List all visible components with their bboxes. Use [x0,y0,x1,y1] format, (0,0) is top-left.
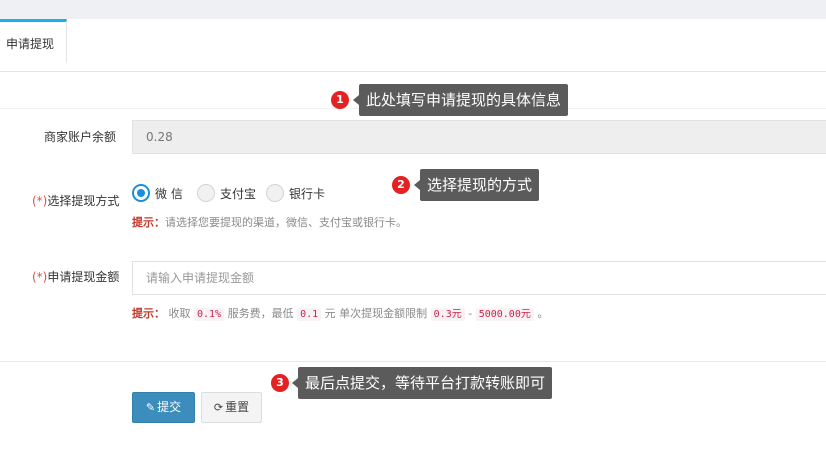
min-fee: 0.1 [297,308,322,321]
tab-apply-withdrawal[interactable]: 申请提现 [0,19,67,63]
annotation-callout-1: 此处填写申请提现的具体信息 [352,84,569,116]
refresh-icon: ⟳ [213,401,224,414]
hint-prefix: 提示： [132,216,165,229]
hint-dash: - [468,307,473,320]
amount-hint: 提示： 收取 0.1% 服务费，最低 0.1 元 单次提现金额限制 0.3元 -… [132,305,548,321]
radio-unselected-icon [266,184,284,202]
method-label-text: 选择提现方式 [47,194,120,208]
submit-button[interactable]: ✎ 提交 [132,392,195,423]
annotation-callout-3: 最后点提交，等待平台打款转账即可 [291,367,553,399]
balance-field: 0.28 [132,120,826,154]
hint-text: 请选择您要提现的渠道，微信、支付宝或银行卡。 [165,216,407,229]
required-mark: (*) [32,194,48,208]
radio-unselected-icon [197,184,215,202]
top-bar [0,0,826,19]
method-hint: 提示：请选择您要提现的渠道，微信、支付宝或银行卡。 [132,214,407,230]
method-label: (*)选择提现方式 [32,192,119,209]
tab-label: 申请提现 [6,37,55,51]
annotation-callout-2: 选择提现的方式 [413,169,540,201]
radio-wechat-label: 微 信 [155,187,183,201]
balance-value: 0.28 [146,130,173,144]
pencil-icon: ✎ [145,401,156,414]
hint-text: 服务费，最低 [227,307,294,320]
amount-label: (*)申请提现金额 [32,268,119,285]
fee-rate: 0.1% [194,308,225,321]
hint-text: 元 单次提现金额限制 [324,307,428,320]
min-amount: 0.3元 [430,308,465,321]
submit-label: 提交 [157,400,182,414]
amount-placeholder: 请输入申请提现金额 [146,271,255,285]
tab-divider [0,71,826,72]
hint-prefix: 提示： [132,307,165,320]
annotation-badge-1: 1 [331,91,349,109]
annotation-badge-3: 3 [271,374,289,392]
radio-selected-icon [132,184,150,202]
hint-end: 。 [537,307,549,320]
balance-label: 商家账户余额 [44,130,117,144]
form-footer-divider [0,361,826,362]
radio-bankcard-label: 银行卡 [289,187,326,201]
amount-label-text: 申请提现金额 [47,270,120,284]
max-amount: 5000.00元 [475,308,534,321]
radio-alipay-label: 支付宝 [220,187,257,201]
required-mark: (*) [32,270,48,284]
amount-input[interactable]: 请输入申请提现金额 [132,261,826,295]
reset-label: 重置 [225,400,250,414]
annotation-badge-2: 2 [392,176,410,194]
reset-button[interactable]: ⟳ 重置 [201,392,262,423]
hint-text: 收取 [168,307,191,320]
